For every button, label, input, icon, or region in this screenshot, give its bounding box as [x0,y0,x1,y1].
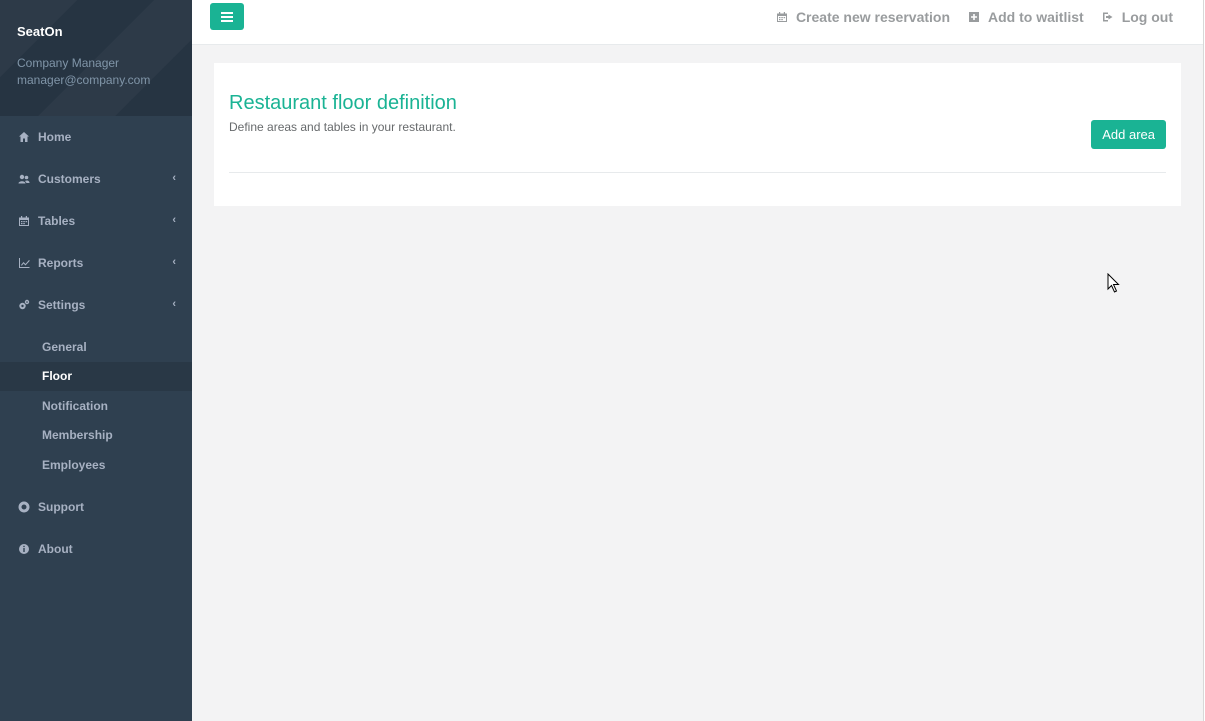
sidebar-nav-bottom: Support About [0,486,192,570]
sidebar-item-customers[interactable]: Customers ‹ [0,158,192,200]
calendar-icon [17,214,31,228]
info-icon [17,542,31,556]
sidebar: SeatOn Company Manager manager@company.c… [0,0,192,721]
floor-definition-panel: Restaurant floor definition Define areas… [214,63,1181,206]
add-to-waitlist-link[interactable]: Add to waitlist [968,9,1084,25]
sidebar-item-home[interactable]: Home [0,116,192,158]
sign-out-icon [1102,12,1113,22]
line-chart-icon [17,256,31,270]
divider [229,172,1166,173]
sidebar-item-label: Support [38,499,84,514]
log-out-link[interactable]: Log out [1102,9,1173,25]
add-to-waitlist-label: Add to waitlist [988,9,1084,25]
sidebar-item-label: Reports [38,256,84,270]
chevron-left-icon: ‹ [172,214,176,226]
sidebar-item-about[interactable]: About [0,528,192,570]
sidebar-item-support[interactable]: Support [0,486,192,528]
sidebar-item-label: Tables [38,214,76,228]
sidebar-item-tables[interactable]: Tables ‹ [0,200,192,242]
log-out-label: Log out [1121,9,1173,25]
sidebar-item-settings[interactable]: Settings ‹ [0,284,192,326]
sidebar-item-label: Customers [38,172,101,186]
brand-name: SeatOn [17,24,63,39]
chevron-left-icon: ‹ [172,172,176,184]
chevron-left-icon: ‹ [172,256,176,268]
sidebar-item-label: About [38,541,73,556]
plus-square-icon [969,12,980,22]
top-navbar: Create new reservation Add to waitlist L… [192,0,1205,45]
user-role: Company Manager [17,56,120,70]
user-email: manager@company.com [17,73,151,87]
mouse-cursor-icon [1107,273,1120,293]
submenu-item-notification[interactable]: Notification [0,391,192,421]
create-reservation-label: Create new reservation [795,9,951,25]
users-icon [17,172,31,186]
calendar-icon [776,12,787,22]
create-reservation-link[interactable]: Create new reservation [776,9,950,25]
sidebar-item-label: Home [38,130,72,144]
life-ring-icon [17,500,31,514]
chevron-left-icon: ‹ [172,298,176,310]
submenu-item-employees[interactable]: Employees [0,450,192,480]
page-title: Restaurant floor definition [229,92,457,114]
settings-submenu: General Floor Notification Membership Em… [0,326,192,486]
submenu-item-floor[interactable]: Floor [0,361,192,391]
submenu-item-membership[interactable]: Membership [0,421,192,451]
menu-toggle-button[interactable] [210,3,244,30]
profile-header: SeatOn Company Manager manager@company.c… [0,0,192,116]
bars-icon [221,11,233,22]
sidebar-item-reports[interactable]: Reports ‹ [0,242,192,284]
sidebar-nav: Home Customers ‹ Tables ‹ Reports ‹ Sett… [0,116,192,326]
page-subtitle: Define areas and tables in your restaura… [229,120,456,134]
top-links: Create new reservation Add to waitlist L… [776,9,1173,25]
cogs-icon [17,298,31,312]
add-area-button[interactable]: Add area [1091,120,1166,149]
home-icon [17,130,31,144]
submenu-item-general[interactable]: General [0,332,192,362]
sidebar-item-label: Settings [38,298,86,312]
